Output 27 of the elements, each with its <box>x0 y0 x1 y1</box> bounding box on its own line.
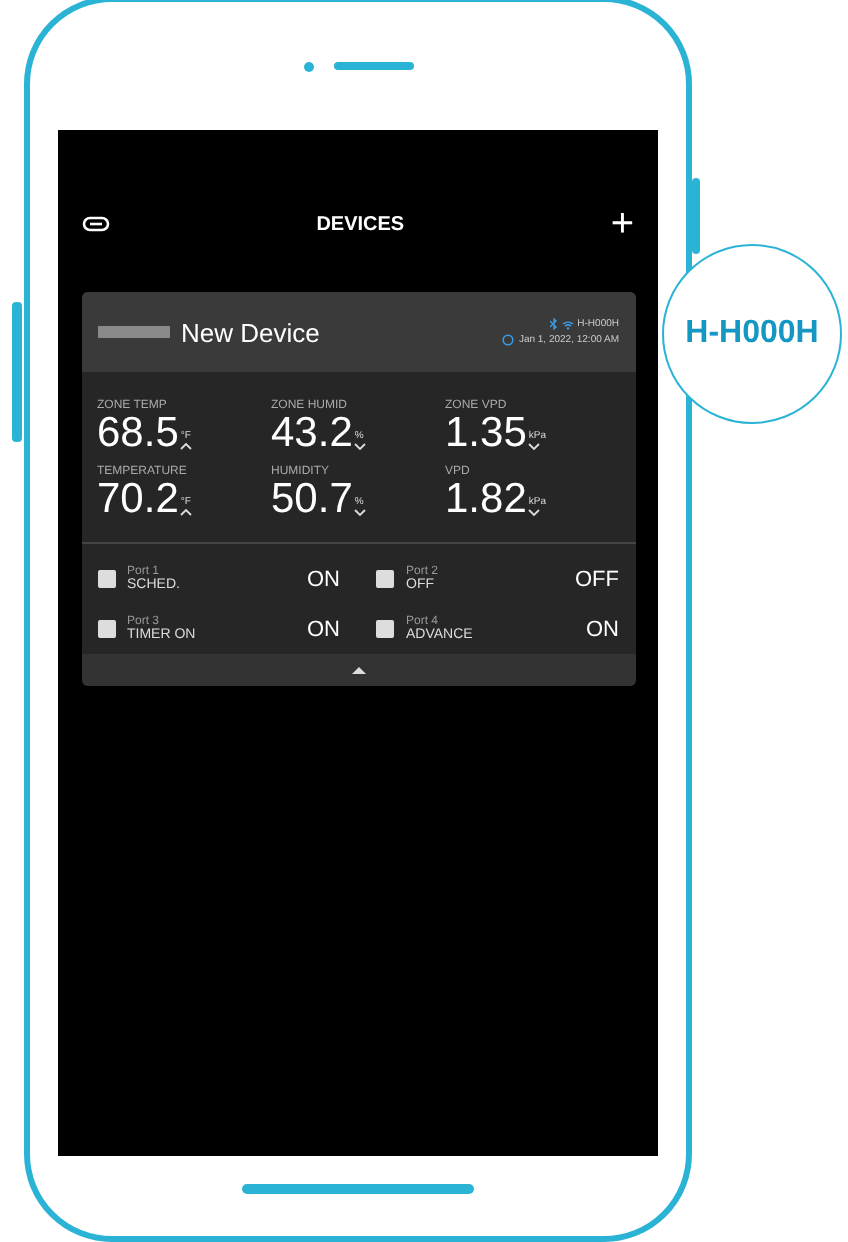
metric-value: 1.82 <box>445 478 527 522</box>
page-title: DEVICES <box>316 213 405 235</box>
logo-placeholder <box>97 326 169 338</box>
bluetooth-icon <box>549 318 558 330</box>
port-state: ON <box>307 617 340 641</box>
metric-value: 1.35 <box>445 412 527 456</box>
port-icon <box>97 570 115 588</box>
metric-value: 50.7 <box>271 478 353 522</box>
device-name: New Device <box>181 317 322 347</box>
metric-value: 68.5 <box>97 412 179 456</box>
port-state: ON <box>586 617 619 641</box>
metric-value: 43.2 <box>271 412 353 456</box>
add-button[interactable]: + <box>610 206 634 242</box>
metric-value: 70.2 <box>97 478 179 522</box>
port-icon <box>376 570 394 588</box>
port-state: OFF <box>575 567 619 591</box>
callout-label: H-H000H <box>662 244 842 424</box>
wifi-icon <box>561 319 574 329</box>
expand-icon[interactable] <box>351 666 365 674</box>
port-state: ON <box>307 567 340 591</box>
camera-icon <box>303 61 313 71</box>
speaker-icon <box>333 62 413 70</box>
device-card[interactable] <box>81 292 635 686</box>
port-icon <box>97 620 115 638</box>
clock-icon <box>502 334 515 346</box>
device-icon[interactable] <box>82 216 110 232</box>
port-icon <box>376 620 394 638</box>
